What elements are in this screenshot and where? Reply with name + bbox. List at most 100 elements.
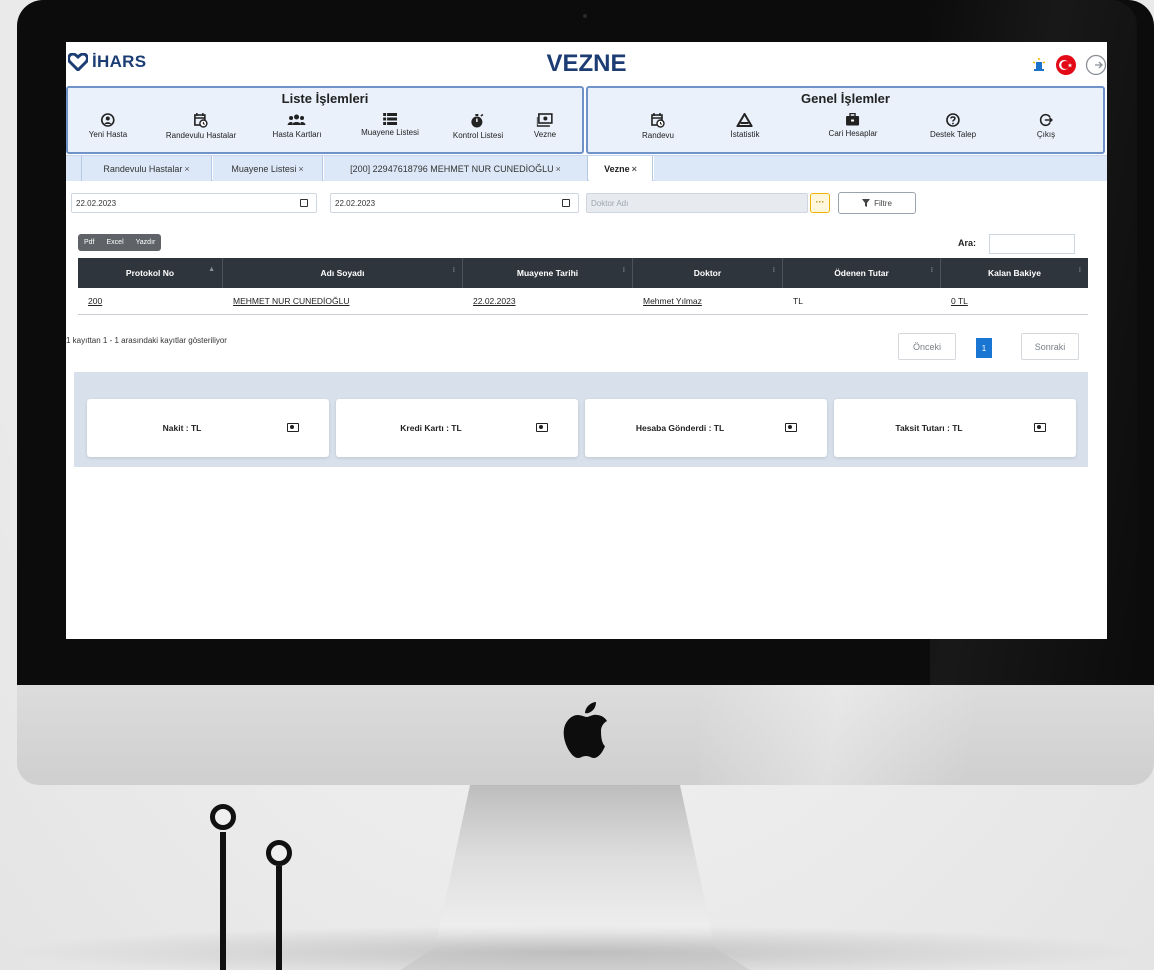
- records-table: Protokol No ▲ Adı Soyadı ⁝ Muayene Tarihi ⁝…: [78, 258, 1088, 315]
- cell-muayene-tarihi[interactable]: 22.02.2023: [463, 288, 633, 314]
- panel-title: Liste İşlemleri: [281, 91, 369, 106]
- menu-muayene-listesi[interactable]: Muayene Listesi: [361, 113, 419, 137]
- pin-line-left: [220, 832, 226, 970]
- sort-asc-icon: ▲: [208, 266, 215, 273]
- tab-bar: Randevulu Hastalar × Muayene Listesi × [20…: [66, 155, 1107, 181]
- menu-label: Muayene Listesi: [361, 128, 419, 137]
- tab-label: Vezne: [604, 163, 630, 174]
- turkish-flag-icon[interactable]: [1055, 54, 1077, 76]
- end-date-value: 22.02.2023: [335, 198, 376, 208]
- screen: İHARS VEZNE Liste İşlemleri Yeni Hasta R…: [66, 42, 1107, 639]
- sort-icon: ⁝: [930, 267, 933, 274]
- liste-islemleri-panel: Liste İşlemleri Yeni Hasta Randevulu Has…: [66, 86, 584, 154]
- money-icon[interactable]: [536, 423, 548, 432]
- cell-kalan-bakiye[interactable]: 0 TL: [941, 288, 1088, 314]
- money-icon[interactable]: [287, 423, 299, 432]
- close-icon[interactable]: ×: [632, 164, 637, 174]
- excel-button[interactable]: Excel: [101, 234, 130, 251]
- payment-card-nakit[interactable]: Nakit : TL: [87, 399, 329, 457]
- sort-icon: ⁝: [1078, 267, 1081, 274]
- apple-logo-icon: [563, 702, 607, 758]
- menu-randevu[interactable]: Randevu: [642, 113, 674, 140]
- menu-istatistik[interactable]: İstatistik: [731, 113, 759, 139]
- end-date-field[interactable]: 22.02.2023: [330, 193, 579, 213]
- menu-cikis[interactable]: Çıkış: [1037, 113, 1055, 139]
- cell-doktor[interactable]: Mehmet Yılmaz: [633, 288, 783, 314]
- cell-odenen-tutar: TL: [793, 296, 803, 306]
- menu-hasta-kartlari[interactable]: Hasta Kartları: [273, 113, 321, 139]
- calendar-clock-icon: [194, 113, 208, 128]
- payment-card-taksit-tutari[interactable]: Taksit Tutarı : TL: [834, 399, 1076, 457]
- menu-label: Cari Hesaplar: [828, 129, 878, 138]
- briefcase-icon: [846, 113, 860, 126]
- doctor-field[interactable]: Doktor Adı: [586, 193, 808, 213]
- prev-page-button[interactable]: Önceki: [898, 333, 956, 360]
- menu-label: Destek Talep: [929, 130, 977, 139]
- tab-vezne[interactable]: Vezne ×: [589, 156, 653, 181]
- pdf-button[interactable]: Pdf: [78, 234, 101, 251]
- user-circle-icon: [101, 113, 115, 127]
- bell-icon[interactable]: [1031, 57, 1047, 73]
- menu-label: Yeni Hasta: [88, 130, 128, 139]
- camera-icon: [583, 14, 587, 18]
- payment-label: Hesaba Gönderdi : TL: [635, 423, 725, 433]
- header-label: Doktor: [693, 268, 722, 278]
- header-label: Adı Soyadı: [320, 268, 365, 278]
- payment-label: Nakit : TL: [162, 423, 202, 433]
- menu-vezne[interactable]: Vezne: [534, 113, 556, 139]
- export-group: Pdf Excel Yazdır: [78, 234, 162, 251]
- payment-summary-area: Nakit : TL Kredi Kartı : TL Hesaba Gönde…: [74, 372, 1088, 467]
- search-input[interactable]: [989, 234, 1075, 254]
- table-row[interactable]: 200 MEHMET NUR CUNEDİOĞLU 22.02.2023 Meh…: [78, 288, 1088, 315]
- money-icon[interactable]: [785, 423, 797, 432]
- logout-icon[interactable]: [1085, 54, 1107, 76]
- start-date-field[interactable]: 22.02.2023: [71, 193, 317, 213]
- genel-islemler-panel: Genel İşlemler Randevu İstatistik Cari H…: [586, 86, 1105, 154]
- tab-randevulu-hastalar[interactable]: Randevulu Hastalar ×: [82, 156, 212, 181]
- col-odenen-tutar[interactable]: Ödenen Tutar ⁝: [783, 258, 941, 288]
- col-adi-soyadi[interactable]: Adı Soyadı ⁝: [223, 258, 463, 288]
- filter-label: Filtre: [874, 198, 892, 208]
- print-button[interactable]: Yazdır: [130, 234, 162, 251]
- money-icon[interactable]: [1034, 423, 1046, 432]
- start-date-value: 22.02.2023: [76, 198, 117, 208]
- users-icon: [288, 114, 306, 125]
- sort-icon: ⁝: [772, 267, 775, 274]
- chart-triangle-icon: [737, 113, 753, 127]
- col-protokol-no[interactable]: Protokol No ▲: [78, 258, 223, 288]
- col-kalan-bakiye[interactable]: Kalan Bakiye ⁝: [941, 258, 1088, 288]
- pin-ring-left: [210, 804, 236, 830]
- payment-label: Taksit Tutarı : TL: [895, 423, 963, 433]
- doctor-select-button[interactable]: ···: [810, 193, 830, 213]
- table-header: Protokol No ▲ Adı Soyadı ⁝ Muayene Tarihi ⁝…: [78, 258, 1088, 288]
- calendar-icon[interactable]: [562, 199, 570, 207]
- payment-card-hesaba-gonderdi[interactable]: Hesaba Gönderdi : TL: [585, 399, 827, 457]
- help-circle-icon: [946, 113, 960, 127]
- filter-button[interactable]: Filtre: [838, 192, 916, 214]
- col-doktor[interactable]: Doktor ⁝: [633, 258, 783, 288]
- cell-protokol-no[interactable]: 200: [78, 288, 223, 314]
- calendar-clock-icon: [651, 113, 665, 128]
- menu-yeni-hasta[interactable]: Yeni Hasta: [89, 113, 127, 139]
- panel-title: Genel İşlemler: [801, 91, 890, 106]
- cash-register-icon: [537, 113, 553, 127]
- close-icon[interactable]: ×: [556, 164, 561, 174]
- menu-destek-talep[interactable]: Destek Talep: [930, 113, 976, 139]
- list-icon: [383, 113, 397, 125]
- tab-patient-record[interactable]: [200] 22947618796 MEHMET NUR CUNEDİOĞLU ×: [324, 156, 588, 181]
- tab-muayene-listesi[interactable]: Muayene Listesi ×: [213, 156, 323, 181]
- cell-adi-soyadi[interactable]: MEHMET NUR CUNEDİOĞLU: [223, 288, 463, 314]
- menu-kontrol-listesi[interactable]: Kontrol Listesi: [453, 113, 503, 140]
- tab-label: [200] 22947618796 MEHMET NUR CUNEDİOĞLU: [350, 163, 554, 174]
- sort-icon: ⁝: [622, 267, 625, 274]
- payment-card-kredi-karti[interactable]: Kredi Kartı : TL: [336, 399, 578, 457]
- page-1-button[interactable]: 1: [976, 338, 992, 358]
- menu-cari-hesaplar[interactable]: Cari Hesaplar: [828, 113, 878, 138]
- next-page-button[interactable]: Sonraki: [1021, 333, 1079, 360]
- col-muayene-tarihi[interactable]: Muayene Tarihi ⁝: [463, 258, 633, 288]
- menu-randevulu-hastalar[interactable]: Randevulu Hastalar: [166, 113, 236, 140]
- calendar-icon[interactable]: [300, 199, 308, 207]
- close-icon[interactable]: ×: [184, 164, 189, 174]
- doctor-placeholder: Doktor Adı: [591, 198, 629, 208]
- close-icon[interactable]: ×: [298, 164, 303, 174]
